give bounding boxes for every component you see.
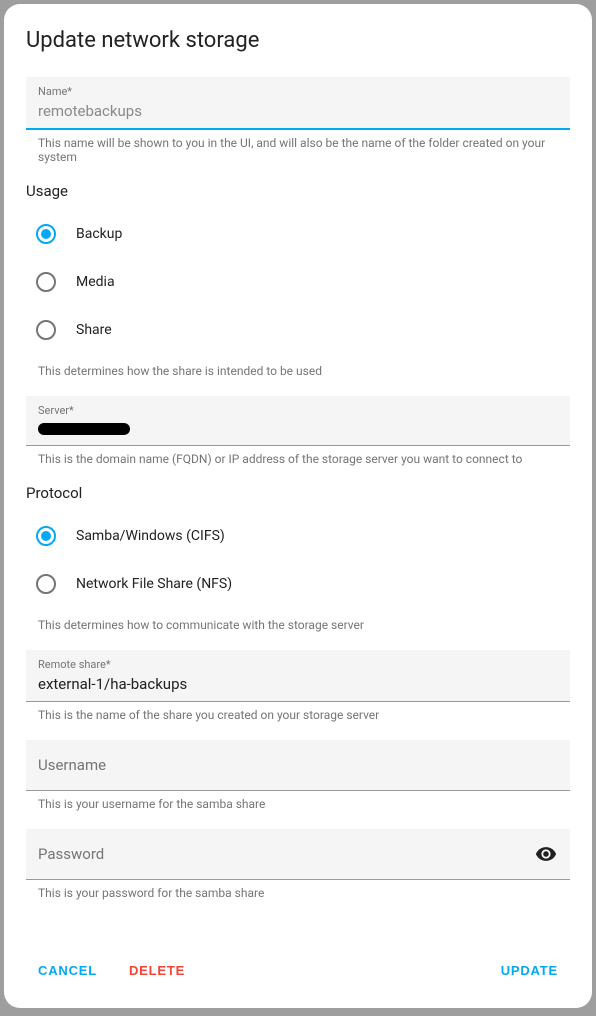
name-field-block: Name* remotebackups This name will be sh… xyxy=(26,77,570,164)
remote-share-label: Remote share* xyxy=(38,658,558,671)
username-field[interactable]: Username xyxy=(26,740,570,791)
protocol-radio-group: Samba/Windows (CIFS) Network File Share … xyxy=(26,512,570,608)
radio-icon xyxy=(36,224,56,244)
password-placeholder: Password xyxy=(38,845,104,863)
username-placeholder: Username xyxy=(38,756,106,774)
name-field[interactable]: Name* remotebackups xyxy=(26,77,570,130)
usage-option-label: Share xyxy=(76,322,112,338)
usage-radio-group: Backup Media Share xyxy=(26,210,570,354)
delete-button[interactable]: DELETE xyxy=(117,955,197,986)
radio-icon xyxy=(36,574,56,594)
usage-option-label: Backup xyxy=(76,226,122,242)
password-helper: This is your password for the samba shar… xyxy=(26,880,570,900)
protocol-section-label: Protocol xyxy=(26,484,570,502)
remote-share-input[interactable]: external-1/ha-backups xyxy=(38,673,558,695)
username-helper: This is your username for the samba shar… xyxy=(26,791,570,811)
protocol-option-cifs[interactable]: Samba/Windows (CIFS) xyxy=(36,512,570,560)
server-field[interactable]: Server* xyxy=(26,396,570,446)
protocol-option-label: Samba/Windows (CIFS) xyxy=(76,528,225,544)
name-input[interactable]: remotebackups xyxy=(38,100,558,122)
server-helper: This is the domain name (FQDN) or IP add… xyxy=(26,446,570,466)
name-label: Name* xyxy=(38,85,558,98)
name-helper: This name will be shown to you in the UI… xyxy=(26,130,570,164)
remote-share-field[interactable]: Remote share* external-1/ha-backups xyxy=(26,650,570,702)
remote-share-field-block: Remote share* external-1/ha-backups This… xyxy=(26,650,570,722)
cancel-button[interactable]: CANCEL xyxy=(26,955,109,986)
usage-option-media[interactable]: Media xyxy=(36,258,570,306)
protocol-helper: This determines how to communicate with … xyxy=(26,612,570,632)
server-label: Server* xyxy=(38,404,558,417)
protocol-option-label: Network File Share (NFS) xyxy=(76,576,232,592)
update-network-storage-dialog: Update network storage Name* remotebacku… xyxy=(4,4,592,1008)
username-field-block: Username This is your username for the s… xyxy=(26,740,570,811)
password-field-block: Password This is your password for the s… xyxy=(26,829,570,900)
dialog-title: Update network storage xyxy=(26,28,570,53)
visibility-toggle-icon[interactable] xyxy=(534,842,558,866)
password-field[interactable]: Password xyxy=(26,829,570,880)
server-field-block: Server* This is the domain name (FQDN) o… xyxy=(26,396,570,466)
server-value-redacted xyxy=(38,423,130,435)
usage-helper: This determines how the share is intende… xyxy=(26,358,570,378)
usage-option-share[interactable]: Share xyxy=(36,306,570,354)
radio-icon xyxy=(36,526,56,546)
usage-section-label: Usage xyxy=(26,182,570,200)
usage-option-backup[interactable]: Backup xyxy=(36,210,570,258)
usage-option-label: Media xyxy=(76,274,115,290)
dialog-actions: CANCEL DELETE UPDATE xyxy=(26,955,570,986)
update-button[interactable]: UPDATE xyxy=(489,955,570,986)
radio-icon xyxy=(36,320,56,340)
radio-icon xyxy=(36,272,56,292)
remote-share-helper: This is the name of the share you create… xyxy=(26,702,570,722)
protocol-option-nfs[interactable]: Network File Share (NFS) xyxy=(36,560,570,608)
